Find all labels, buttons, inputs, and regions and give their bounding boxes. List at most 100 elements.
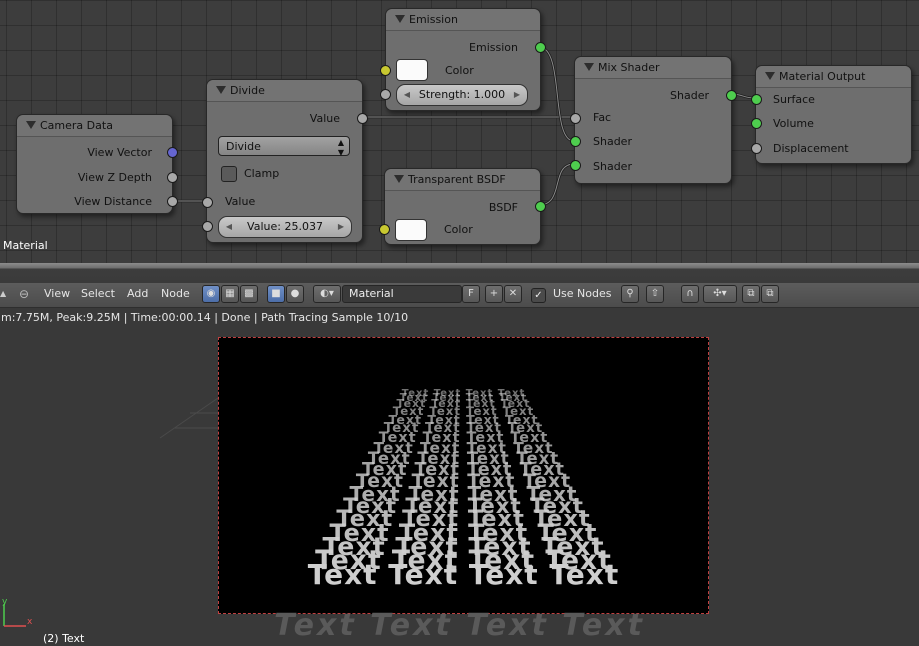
parent-node-icon[interactable]: ⇧ xyxy=(646,285,664,303)
rendered-text-row: Text Text Text Text xyxy=(307,558,620,591)
camera-data-node[interactable]: Camera Data View Vector View Z Depth Vie… xyxy=(16,114,178,214)
area-splitter[interactable] xyxy=(0,263,919,283)
view-distance-socket[interactable] xyxy=(167,196,178,207)
volume-label: Volume xyxy=(773,117,814,130)
editor-type-arrows-icon[interactable]: ▲ xyxy=(0,285,10,303)
pin-icon[interactable]: ⚲ xyxy=(621,285,639,303)
divide-header[interactable]: Divide xyxy=(207,80,362,102)
divide-input2-socket[interactable] xyxy=(202,221,213,232)
emission-color-label: Color xyxy=(445,64,474,77)
bsdf-color-swatch[interactable] xyxy=(395,219,427,241)
material-browse-icon[interactable]: ◐▾ xyxy=(313,285,341,303)
node-title: Mix Shader xyxy=(598,61,660,74)
editor-material-label: Material xyxy=(3,239,48,252)
collapse-triangle-icon[interactable] xyxy=(394,175,404,183)
view-vector-socket[interactable] xyxy=(167,147,178,158)
strength-field[interactable]: ◀ Strength: 1.000 ▶ xyxy=(396,84,528,106)
active-object-label: (2) Text xyxy=(43,632,85,645)
collapse-triangle-icon[interactable] xyxy=(584,63,594,71)
bsdf-color-label: Color xyxy=(444,223,473,236)
emission-output-socket[interactable] xyxy=(535,42,546,53)
object-shader-icon[interactable]: ◉ xyxy=(202,285,220,303)
surface-socket[interactable] xyxy=(751,94,762,105)
divide-node[interactable]: Divide Value Divide ▲ ▼ Clamp Value ◀ Val… xyxy=(202,79,368,243)
3d-viewport[interactable]: Text Text Text Text Text Text Text Text Te… xyxy=(0,328,919,646)
volume-socket[interactable] xyxy=(751,118,762,129)
add-material-icon[interactable]: + xyxy=(485,285,503,303)
view-z-depth-socket[interactable] xyxy=(167,172,178,183)
divide-output-label: Value xyxy=(309,112,340,125)
world-mode-icon[interactable]: ● xyxy=(286,285,304,303)
collapse-triangle-icon[interactable] xyxy=(26,121,36,129)
divide-input-label: Value xyxy=(225,195,256,208)
shader1-label: Shader xyxy=(593,135,632,148)
material-output-header[interactable]: Material Output xyxy=(756,66,911,88)
render-status-bar: m:7.75M, Peak:9.25M | Time:00:00.14 | Do… xyxy=(0,308,919,328)
collapse-menu-icon[interactable]: ⊖ xyxy=(19,285,29,303)
decrement-arrow-icon[interactable]: ◀ xyxy=(401,85,413,105)
emission-node[interactable]: Emission Emission Color ◀ Strength: 1.00… xyxy=(380,8,546,111)
divide-input1-socket[interactable] xyxy=(202,197,213,208)
transparent-bsdf-node[interactable]: Transparent BSDF BSDF Color xyxy=(379,168,546,245)
operation-dropdown[interactable]: Divide ▲ ▼ xyxy=(218,136,350,157)
updown-arrows-icon: ▲ ▼ xyxy=(337,138,344,157)
menu-node[interactable]: Node xyxy=(161,285,190,303)
link-emission-shader xyxy=(538,45,575,143)
unlink-material-icon[interactable]: ✕ xyxy=(504,285,522,303)
clamp-checkbox[interactable] xyxy=(221,166,237,182)
surface-label: Surface xyxy=(773,93,815,106)
displacement-label: Displacement xyxy=(773,142,849,155)
bsdf-output-label: BSDF xyxy=(488,201,518,214)
menu-view[interactable]: View xyxy=(44,285,70,303)
menu-add[interactable]: Add xyxy=(127,285,148,303)
shader2-label: Shader xyxy=(593,160,632,173)
bsdf-output-socket[interactable] xyxy=(535,201,546,212)
increment-arrow-icon[interactable]: ▶ xyxy=(511,85,523,105)
value-field-text: Value: 25.037 xyxy=(247,220,323,233)
bsdf-color-socket[interactable] xyxy=(379,224,390,235)
node-title: Camera Data xyxy=(40,119,113,132)
node-title: Divide xyxy=(230,84,265,97)
node-title: Emission xyxy=(409,13,458,26)
snap-element-dropdown-icon[interactable]: ✣▾ xyxy=(703,285,737,303)
emission-color-socket[interactable] xyxy=(380,65,391,76)
transparent-bsdf-header[interactable]: Transparent BSDF xyxy=(385,169,540,191)
material-name-field[interactable]: Material xyxy=(342,285,462,303)
view-z-depth-label: View Z Depth xyxy=(77,171,152,184)
texture-icon[interactable]: ▩ xyxy=(240,285,258,303)
axis-y-label: y xyxy=(2,597,8,607)
divide-output-socket[interactable] xyxy=(357,113,368,124)
collapse-triangle-icon[interactable] xyxy=(765,72,775,80)
mix-shader-node[interactable]: Mix Shader Shader Fac Shader Shader xyxy=(570,56,737,184)
camera-data-header[interactable]: Camera Data xyxy=(17,115,172,137)
emission-header[interactable]: Emission xyxy=(386,9,540,31)
world-shader-icon[interactable]: ▦ xyxy=(221,285,239,303)
emission-color-swatch[interactable] xyxy=(396,59,428,81)
fake-user-button[interactable]: F xyxy=(462,285,480,303)
node-editor[interactable]: Camera Data View Vector View Z Depth Vie… xyxy=(0,0,919,263)
displacement-socket[interactable] xyxy=(751,143,762,154)
mix-output-socket[interactable] xyxy=(726,90,737,101)
object-mode-icon[interactable]: ■ xyxy=(267,285,285,303)
view-vector-label: View Vector xyxy=(87,146,152,159)
fac-socket[interactable] xyxy=(570,113,581,124)
collapse-triangle-icon[interactable] xyxy=(395,15,405,23)
increment-arrow-icon[interactable]: ▶ xyxy=(335,217,347,237)
paste-nodes-icon[interactable]: ⧉ xyxy=(761,285,779,303)
value-field[interactable]: ◀ Value: 25.037 ▶ xyxy=(218,216,352,238)
use-nodes-checkbox[interactable]: ✓ xyxy=(531,288,546,303)
mix-output-label: Shader xyxy=(670,89,709,102)
copy-nodes-icon[interactable]: ⧉ xyxy=(742,285,760,303)
strength-socket[interactable] xyxy=(380,89,391,100)
shader1-socket[interactable] xyxy=(570,136,581,147)
node-title: Transparent BSDF xyxy=(408,173,506,186)
decrement-arrow-icon[interactable]: ◀ xyxy=(223,217,235,237)
collapse-triangle-icon[interactable] xyxy=(216,86,226,94)
fac-label: Fac xyxy=(593,111,612,124)
menu-select[interactable]: Select xyxy=(81,285,115,303)
link-transparent-shader xyxy=(538,162,575,207)
mix-shader-header[interactable]: Mix Shader xyxy=(575,57,731,79)
material-output-node[interactable]: Material Output Surface Volume Displacem… xyxy=(751,65,912,164)
shader2-socket[interactable] xyxy=(570,160,581,171)
snap-toggle-icon[interactable]: ∩ xyxy=(681,285,699,303)
